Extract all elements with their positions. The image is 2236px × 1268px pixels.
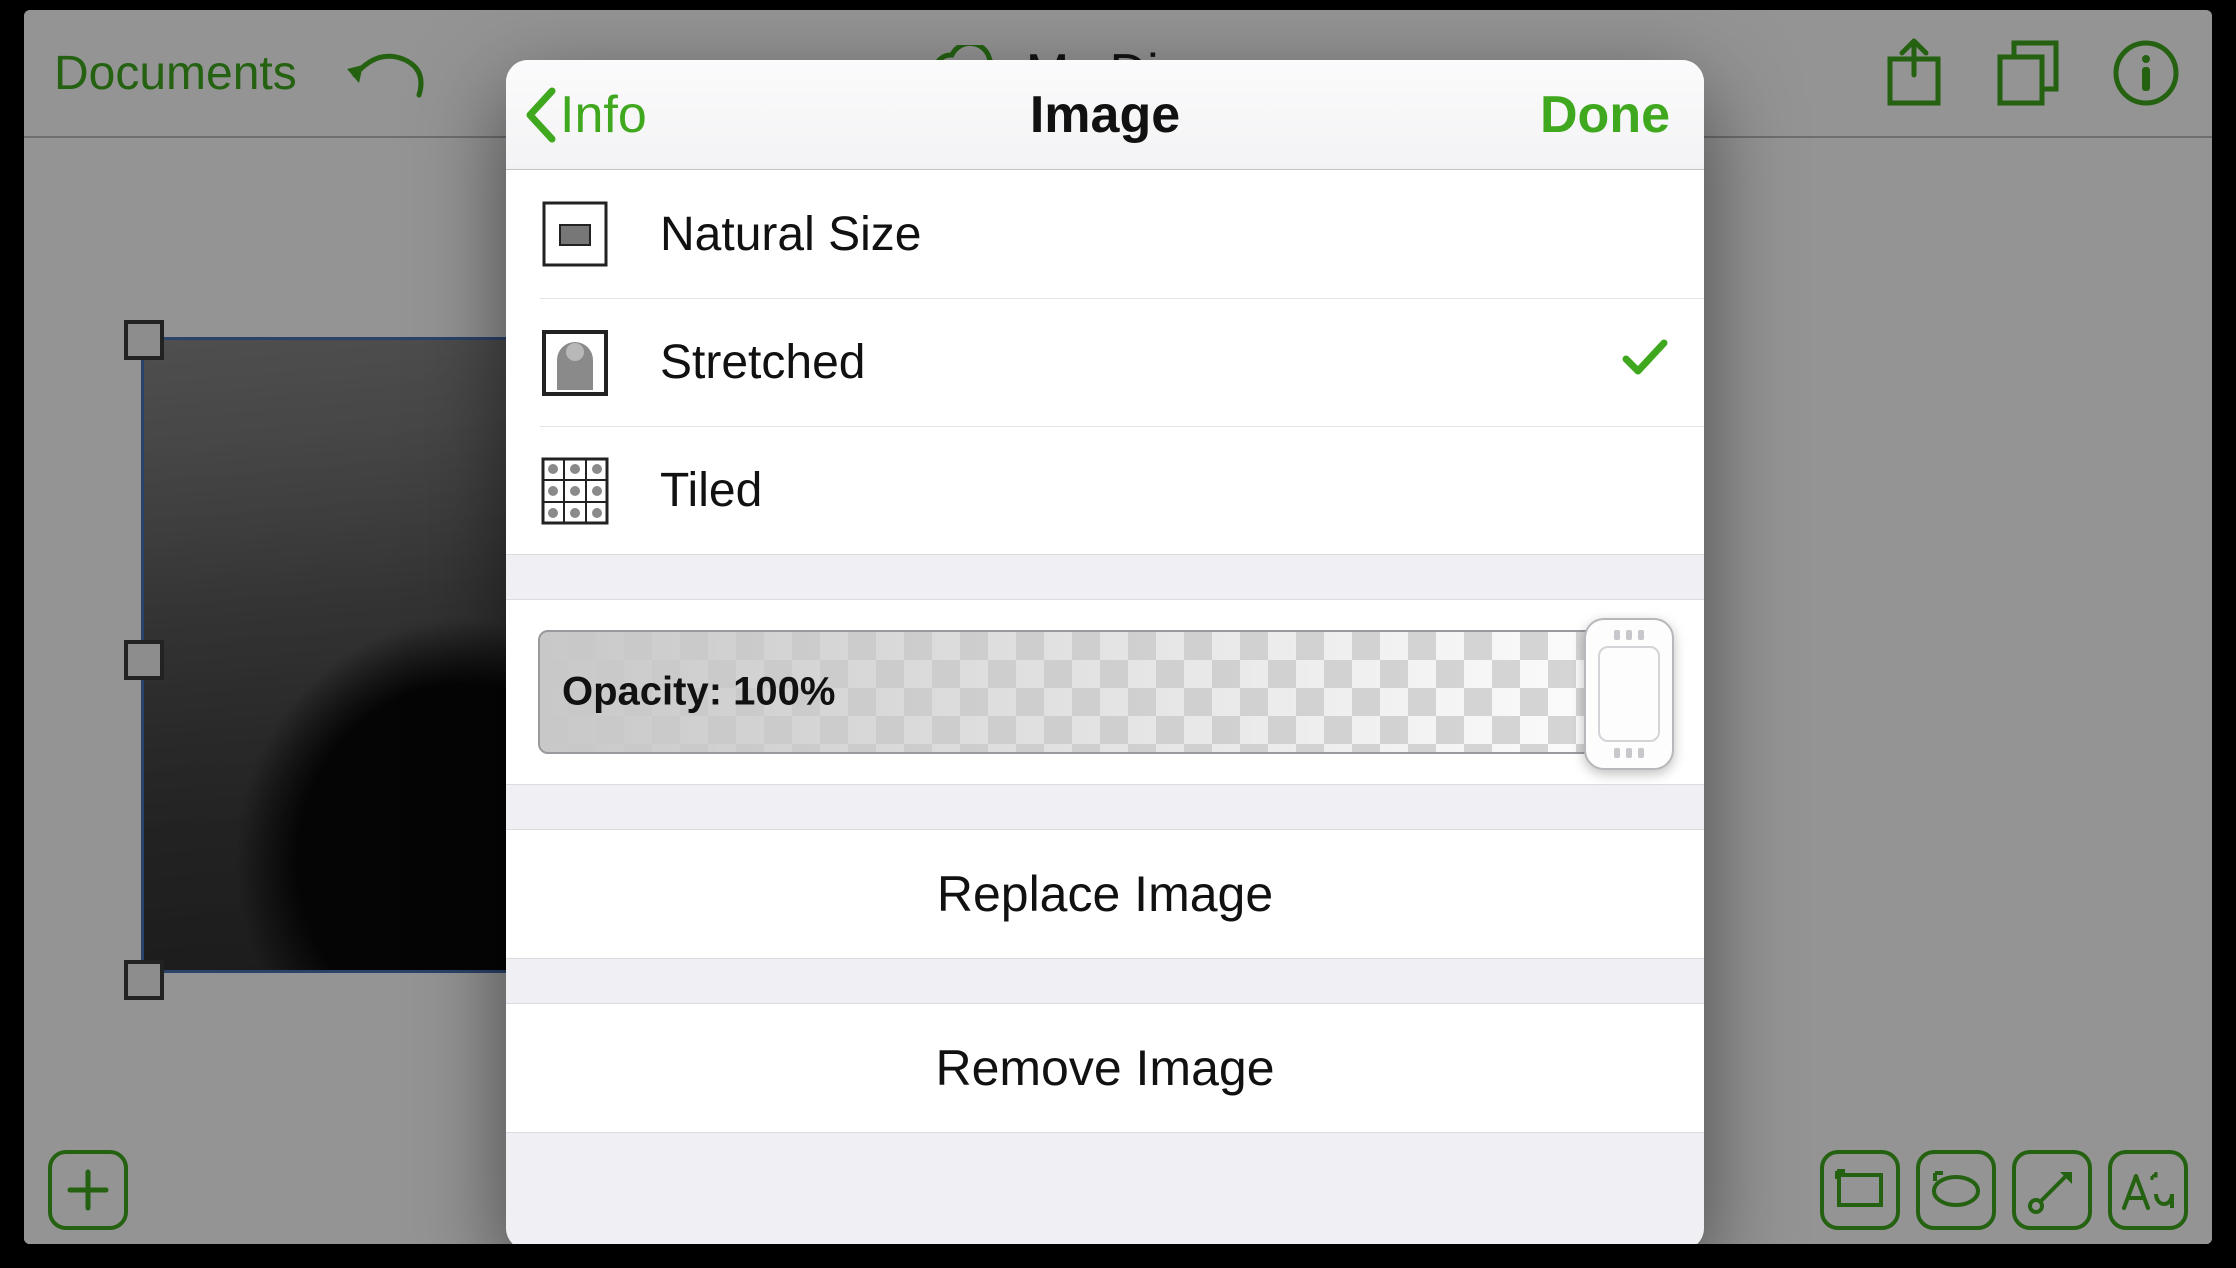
opacity-slider-thumb[interactable]	[1584, 618, 1674, 770]
opacity-slider[interactable]: Opacity: 100%	[538, 630, 1672, 754]
remove-image-button[interactable]: Remove Image	[506, 1003, 1704, 1133]
replace-image-button[interactable]: Replace Image	[506, 829, 1704, 959]
opacity-value-label: Opacity: 100%	[562, 670, 835, 715]
size-option-label: Stretched	[660, 335, 865, 390]
chevron-left-icon	[522, 85, 558, 145]
checkmark-icon	[1620, 335, 1670, 391]
tiled-icon	[540, 456, 610, 526]
size-option-stretched[interactable]: Stretched	[540, 298, 1704, 426]
stretched-icon	[540, 328, 610, 398]
back-button[interactable]: Info	[506, 85, 647, 145]
size-option-label: Natural Size	[660, 207, 921, 262]
action-label: Replace Image	[937, 865, 1273, 923]
action-label: Remove Image	[935, 1039, 1274, 1097]
opacity-slider-row: Opacity: 100%	[506, 599, 1704, 785]
image-inspector-popover: Info Image Done Natural Size	[506, 60, 1704, 1244]
done-button[interactable]: Done	[1540, 85, 1670, 145]
popover-header: Info Image Done	[506, 60, 1704, 170]
size-option-tiled[interactable]: Tiled	[540, 426, 1704, 554]
back-label: Info	[560, 85, 647, 145]
size-option-label: Tiled	[660, 463, 762, 518]
size-option-natural[interactable]: Natural Size	[506, 170, 1704, 298]
popover-title: Image	[1030, 85, 1180, 145]
natural-size-icon	[540, 199, 610, 269]
